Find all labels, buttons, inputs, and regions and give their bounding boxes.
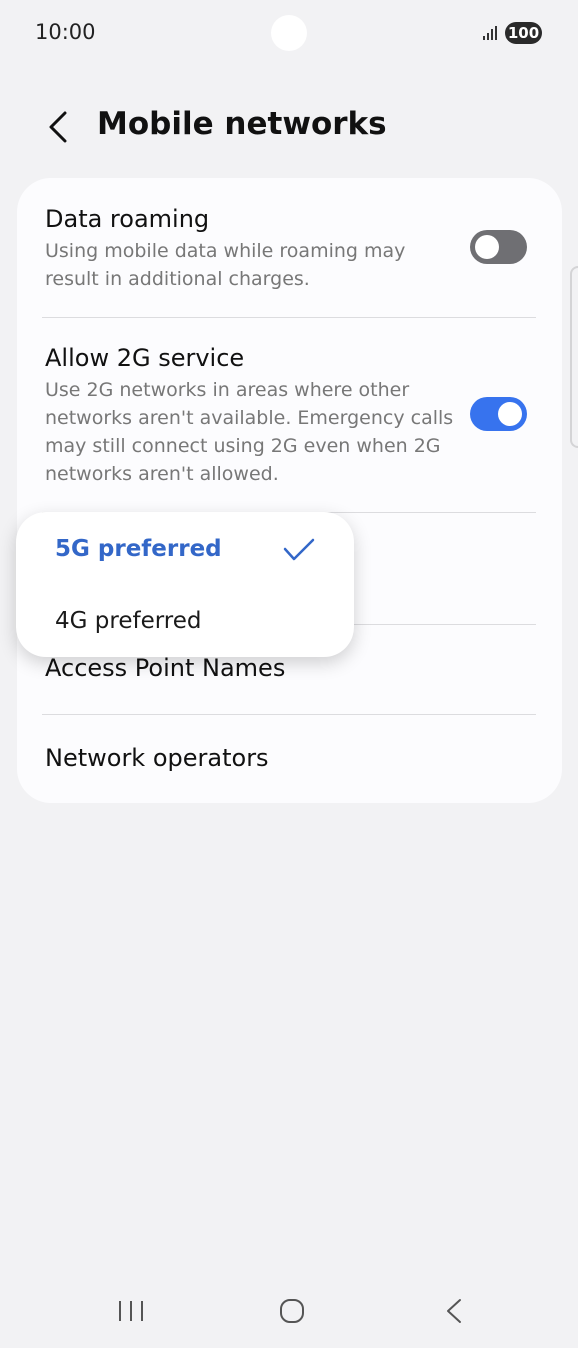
data-roaming-subtitle-line: Using mobile data while roaming may bbox=[45, 240, 406, 262]
allow-2g-subtitle-line: Use 2G networks in areas where other bbox=[45, 379, 410, 401]
checkmark-icon bbox=[283, 538, 315, 561]
allow-2g-subtitle: Use 2G networks in areas where other net… bbox=[45, 376, 536, 488]
allow-2g-subtitle-line: networks aren't allowed. bbox=[45, 463, 279, 485]
scroll-handle[interactable] bbox=[570, 266, 578, 448]
data-roaming-subtitle: Using mobile data while roaming may resu… bbox=[45, 237, 536, 293]
toggle-knob bbox=[498, 402, 522, 426]
network-operators-row[interactable]: Network operators bbox=[45, 743, 536, 773]
option-5g-preferred[interactable]: 5G preferred bbox=[55, 536, 222, 562]
chevron-left-icon bbox=[49, 111, 67, 143]
home-icon[interactable] bbox=[279, 1298, 305, 1324]
recent-apps-icon[interactable] bbox=[117, 1298, 145, 1324]
allow-2g-toggle[interactable] bbox=[470, 397, 527, 431]
back-button[interactable] bbox=[38, 106, 78, 148]
access-point-names-row[interactable]: Access Point Names bbox=[45, 653, 536, 683]
mobile-networks-screen: 10:00 100 Mobile networks Data roaming U… bbox=[0, 0, 578, 1348]
network-operators-title: Network operators bbox=[45, 744, 269, 772]
network-mode-popup: 5G preferred 4G preferred bbox=[16, 512, 354, 657]
toggle-knob bbox=[475, 235, 499, 259]
camera-cutout bbox=[271, 15, 307, 51]
battery-badge: 100 bbox=[505, 22, 542, 44]
data-roaming-toggle[interactable] bbox=[470, 230, 527, 264]
access-point-names-title: Access Point Names bbox=[45, 654, 286, 682]
data-roaming-title: Data roaming bbox=[45, 205, 210, 233]
allow-2g-subtitle-line: networks aren't available. Emergency cal… bbox=[45, 407, 454, 429]
back-icon[interactable] bbox=[444, 1297, 464, 1325]
allow-2g-title: Allow 2G service bbox=[45, 344, 245, 372]
status-time: 10:00 bbox=[35, 20, 96, 44]
settings-card: Data roaming Using mobile data while roa… bbox=[17, 178, 562, 803]
signal-bars-icon bbox=[483, 26, 497, 40]
page-title: Mobile networks bbox=[97, 106, 387, 142]
divider bbox=[42, 714, 536, 715]
status-bar: 10:00 100 bbox=[0, 0, 578, 70]
allow-2g-row[interactable]: Allow 2G service Use 2G networks in area… bbox=[45, 343, 536, 488]
divider bbox=[42, 317, 536, 318]
data-roaming-subtitle-line: result in additional charges. bbox=[45, 268, 310, 290]
allow-2g-subtitle-line: may still connect using 2G even when 2G bbox=[45, 435, 441, 457]
data-roaming-row[interactable]: Data roaming Using mobile data while roa… bbox=[45, 204, 536, 293]
option-4g-preferred[interactable]: 4G preferred bbox=[55, 608, 201, 634]
